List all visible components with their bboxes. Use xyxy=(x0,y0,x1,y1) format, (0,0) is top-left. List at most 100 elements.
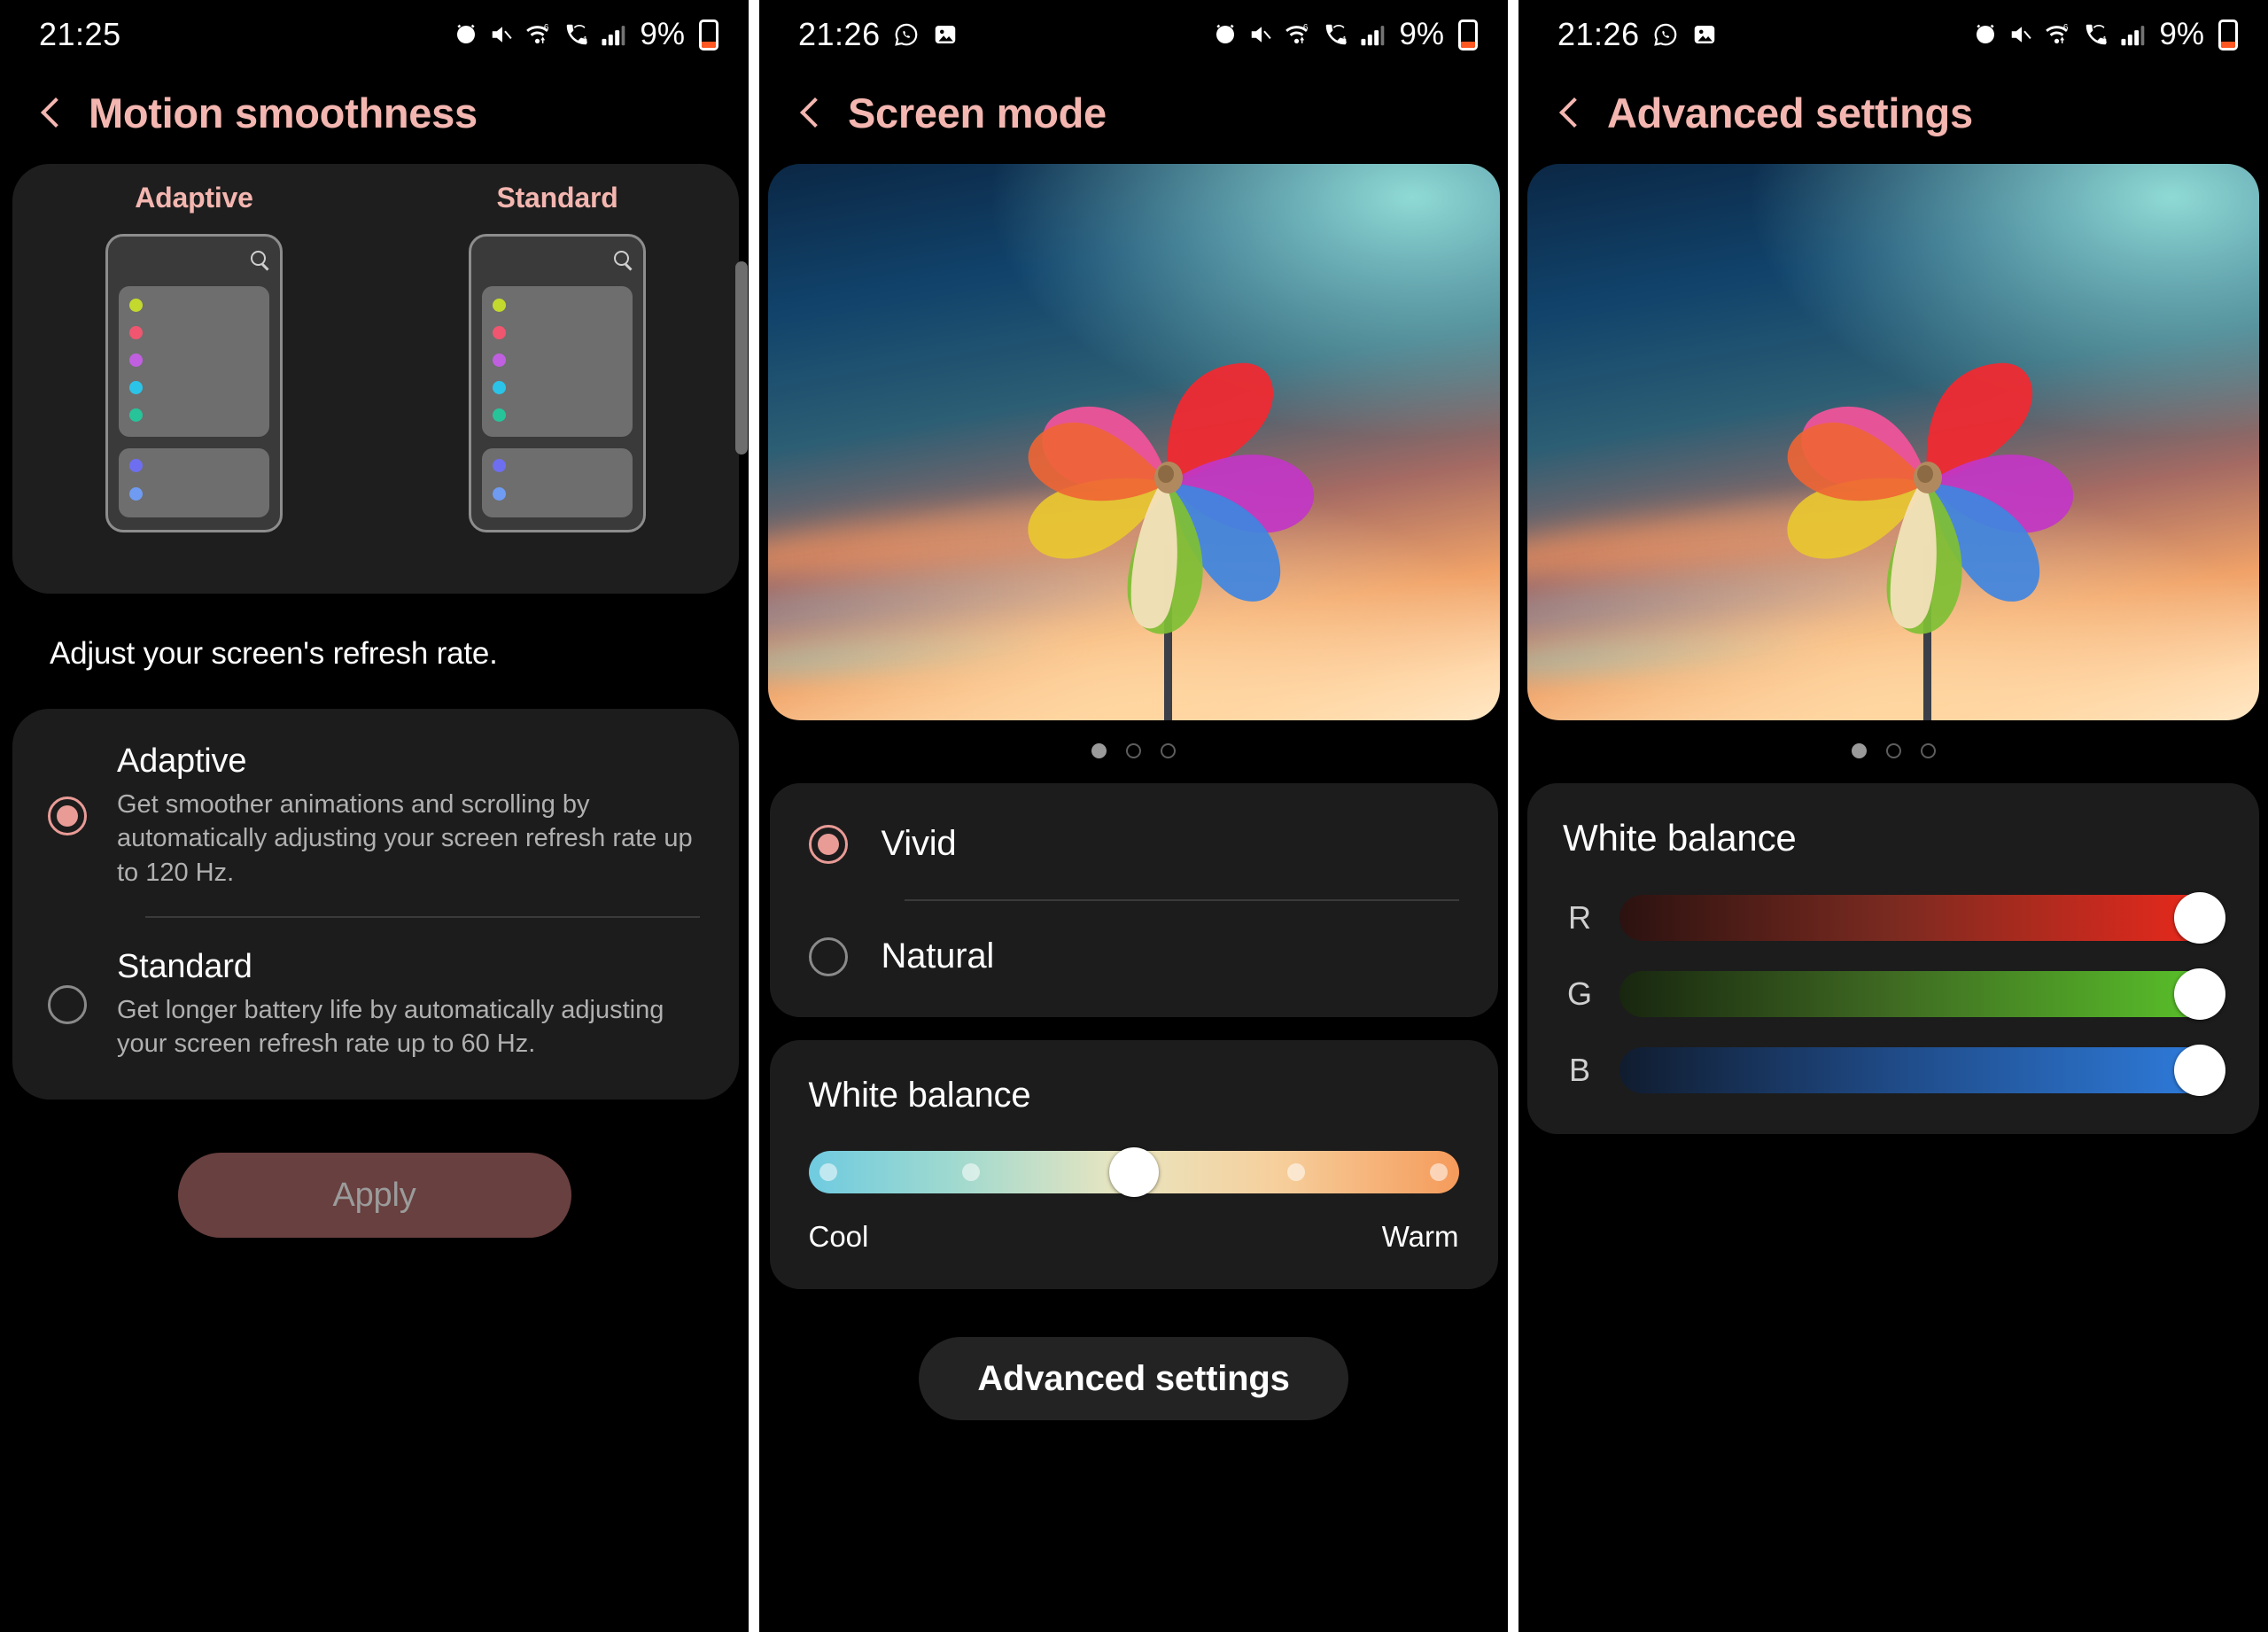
rgb-row-red: R xyxy=(1563,892,2225,944)
slider-tick xyxy=(1430,1163,1449,1181)
alarm-icon xyxy=(1212,21,1239,48)
rgb-row-green: G xyxy=(1563,968,2225,1020)
radio-natural[interactable] xyxy=(808,936,848,976)
page-header: Screen mode xyxy=(759,69,1508,164)
mini-phone-adaptive xyxy=(105,234,283,532)
white-balance-thumb[interactable] xyxy=(1108,1147,1159,1197)
status-left: 21:25 xyxy=(39,16,121,53)
slider-blue-thumb[interactable] xyxy=(2173,1045,2225,1096)
pager-dot-3[interactable] xyxy=(1920,743,1936,758)
slider-tick xyxy=(962,1163,980,1181)
mini-bottom-box xyxy=(119,448,269,517)
slider-tick xyxy=(819,1163,837,1181)
status-right: 6 1 9% xyxy=(453,17,718,52)
pinwheel-image xyxy=(1027,362,1314,720)
apply-button-wrap: Apply xyxy=(0,1153,749,1239)
wifi6-icon: 6 xyxy=(1285,21,1313,48)
option-standard-text: Standard Get longer battery life by auto… xyxy=(117,948,700,1061)
screen-mode-options-card: Vivid Natural xyxy=(769,783,1498,1017)
option-adaptive-title: Adaptive xyxy=(117,742,247,780)
option-standard-title: Standard xyxy=(117,947,252,985)
mute-icon xyxy=(2008,21,2035,48)
battery-icon xyxy=(2218,19,2238,51)
pager-dots xyxy=(1518,720,2268,783)
preview-standard-label: Standard xyxy=(496,182,618,214)
back-icon[interactable] xyxy=(1554,98,1584,128)
advanced-settings-wrap: Advanced settings xyxy=(759,1337,1508,1420)
pager-dot-2[interactable] xyxy=(1885,743,1901,758)
radio-standard[interactable] xyxy=(48,984,87,1024)
alarm-icon xyxy=(453,21,479,48)
mode-row-natural[interactable]: Natural xyxy=(770,901,1498,1012)
preview-standard: Standard xyxy=(424,182,690,532)
search-icon xyxy=(614,251,629,266)
apply-button[interactable]: Apply xyxy=(177,1153,571,1239)
pinwheel-image xyxy=(1787,362,2074,720)
mode-label-natural: Natural xyxy=(881,936,995,975)
pager-dot-2[interactable] xyxy=(1126,743,1141,758)
slider-green-thumb[interactable] xyxy=(2173,968,2225,1020)
svg-text:1: 1 xyxy=(2102,35,2108,45)
channel-label-b: B xyxy=(1568,1052,1590,1088)
radio-adaptive[interactable] xyxy=(48,796,87,835)
status-clock: 21:26 xyxy=(1557,16,1640,52)
wallpaper-preview xyxy=(767,164,1500,720)
svg-text:1: 1 xyxy=(1342,35,1348,45)
slider-blue[interactable] xyxy=(1619,1045,2225,1096)
status-clock: 21:26 xyxy=(798,16,881,52)
search-icon xyxy=(251,251,266,266)
status-left: 21:26 xyxy=(1557,16,1718,53)
wifi6-icon: 6 xyxy=(2045,21,2073,48)
pager-dot-3[interactable] xyxy=(1161,743,1176,758)
white-balance-title: White balance xyxy=(808,1076,1031,1115)
svg-text:6: 6 xyxy=(1303,23,1309,33)
option-row-adaptive[interactable]: Adaptive Get smoother animations and scr… xyxy=(12,716,739,916)
mini-bottom-box xyxy=(482,448,633,517)
wifi-calling-icon: 1 xyxy=(1323,21,1349,48)
option-row-standard[interactable]: Standard Get longer battery life by auto… xyxy=(12,918,739,1093)
warm-label: Warm xyxy=(1381,1220,1459,1253)
status-right: 6 1 9% xyxy=(1212,17,1478,52)
preview-adaptive: Adaptive xyxy=(61,182,327,532)
page-title: Motion smoothness xyxy=(89,89,478,136)
slider-red-thumb[interactable] xyxy=(2173,892,2225,944)
panel-motion-smoothness: 21:25 6 1 9% Motion smoothness Adaptive … xyxy=(0,0,749,1632)
signal-bars-icon xyxy=(1359,21,1387,48)
refresh-rate-description: Adjust your screen's refresh rate. xyxy=(50,636,498,671)
svg-text:6: 6 xyxy=(544,23,549,33)
gallery-icon xyxy=(932,21,959,48)
scrollbar-thumb[interactable] xyxy=(735,261,748,455)
pager-dots xyxy=(759,720,1508,783)
white-balance-card: White balance Cool Warm xyxy=(769,1040,1498,1289)
slider-green[interactable] xyxy=(1619,968,2225,1020)
radio-vivid[interactable] xyxy=(808,824,848,864)
page-header: Motion smoothness xyxy=(0,69,749,164)
slider-red[interactable] xyxy=(1619,892,2225,944)
three-panel-screenshot-sheet: 21:25 6 1 9% Motion smoothness Adaptive … xyxy=(0,0,2268,1632)
pager-dot-1[interactable] xyxy=(1091,743,1107,758)
status-left: 21:26 xyxy=(798,16,959,53)
mute-icon xyxy=(489,21,516,48)
mode-row-vivid[interactable]: Vivid xyxy=(770,789,1498,899)
page-title: Screen mode xyxy=(848,89,1107,136)
option-adaptive-subtitle: Get smoother animations and scrolling by… xyxy=(117,790,693,887)
white-balance-slider[interactable] xyxy=(808,1147,1459,1197)
mode-label-vivid: Vivid xyxy=(881,824,957,863)
status-bar: 21:26 6 1 9% xyxy=(1518,0,2268,69)
preview-adaptive-label: Adaptive xyxy=(135,182,253,214)
panel-divider xyxy=(749,0,759,1632)
wifi-calling-icon: 1 xyxy=(563,21,590,48)
signal-bars-icon xyxy=(600,21,628,48)
back-icon[interactable] xyxy=(35,98,66,128)
whatsapp-icon xyxy=(1652,21,1679,48)
option-adaptive-text: Adaptive Get smoother animations and scr… xyxy=(117,742,700,890)
wallpaper-preview xyxy=(1527,164,2259,720)
back-icon[interactable] xyxy=(795,98,825,128)
pager-dot-1[interactable] xyxy=(1851,743,1867,758)
option-standard-subtitle: Get longer battery life by automatically… xyxy=(117,995,664,1059)
panel-screen-mode: 21:26 6 1 9% Screen mode Vivid Natural W… xyxy=(759,0,1508,1632)
battery-icon xyxy=(1458,19,1478,51)
status-right: 6 1 9% xyxy=(1972,17,2238,52)
advanced-settings-button[interactable]: Advanced settings xyxy=(919,1337,1348,1420)
channel-label-r: R xyxy=(1568,899,1591,936)
